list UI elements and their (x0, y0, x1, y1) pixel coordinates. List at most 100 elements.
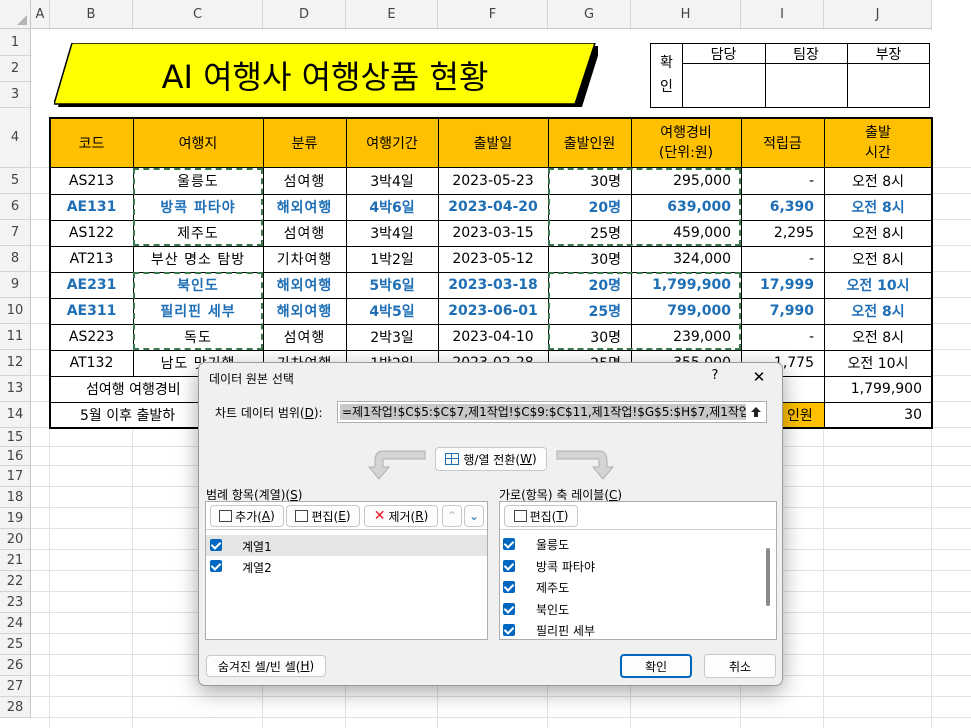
row-header-21[interactable]: 21 (0, 550, 31, 571)
header-time[interactable]: 출발 시간 (824, 118, 932, 168)
header-cost[interactable]: 여행경비 (단위:원) (631, 118, 741, 168)
summary-mid-14[interactable]: 인원 (782, 402, 824, 427)
cell-point[interactable]: 17,999 (741, 272, 824, 298)
row-header-18[interactable]: 18 (0, 487, 31, 508)
cell-code[interactable]: AS213 (50, 168, 133, 194)
remove-series-button[interactable]: ✕ 제거(R) (364, 505, 438, 527)
series-item-label[interactable]: 계열1 (242, 538, 272, 555)
row-header-14[interactable]: 14 (0, 402, 31, 428)
header-dest[interactable]: 여행지 (133, 118, 263, 168)
close-button[interactable]: ✕ (747, 366, 771, 388)
category-checkbox[interactable] (503, 538, 515, 550)
header-type[interactable]: 분류 (263, 118, 346, 168)
cell-period[interactable]: 3박4일 (346, 168, 438, 194)
cell-period[interactable]: 4박5일 (346, 298, 438, 324)
cell-time[interactable]: 오전 8시 (824, 220, 932, 246)
category-item-label[interactable]: 울릉도 (536, 536, 569, 553)
cell-time[interactable]: 오전 10시 (824, 350, 932, 376)
category-checkbox[interactable] (503, 624, 515, 636)
cell-point[interactable]: - (741, 246, 824, 272)
row-header-23[interactable]: 23 (0, 592, 31, 613)
series-item-label[interactable]: 계열2 (242, 559, 272, 576)
cell-date[interactable]: 2023-03-15 (438, 220, 548, 246)
category-item-label[interactable]: 필리핀 세부 (536, 622, 595, 639)
cell-time[interactable]: 오전 8시 (824, 194, 932, 220)
category-item-label[interactable]: 북인도 (536, 601, 569, 618)
cancel-button[interactable]: 취소 (704, 654, 776, 678)
ok-button[interactable]: 확인 (620, 654, 692, 678)
cell-code[interactable]: AS223 (50, 324, 133, 350)
cell-time[interactable]: 오전 8시 (824, 324, 932, 350)
column-header-c[interactable]: C (133, 0, 263, 29)
row-header-16[interactable]: 16 (0, 447, 31, 466)
header-code[interactable]: 코드 (50, 118, 133, 168)
cell-code[interactable]: AS122 (50, 220, 133, 246)
row-header-15[interactable]: 15 (0, 428, 31, 447)
cell-point[interactable]: 7,990 (741, 298, 824, 324)
summary-value-14[interactable]: 30 (824, 402, 932, 428)
category-checkbox[interactable] (503, 602, 515, 615)
cell-date[interactable]: 2023-06-01 (438, 298, 548, 324)
cell-period[interactable]: 1박2일 (346, 246, 438, 272)
cell-type[interactable]: 기차여행 (263, 246, 346, 272)
column-header-a[interactable]: A (31, 0, 50, 29)
row-header-5[interactable]: 5 (0, 168, 31, 194)
edit-axis-labels-button[interactable]: 편집(T) (504, 505, 578, 527)
row-header-25[interactable]: 25 (0, 634, 31, 655)
row-header-17[interactable]: 17 (0, 466, 31, 487)
cell-date[interactable]: 2023-03-18 (438, 272, 548, 298)
row-header-6[interactable]: 6 (0, 194, 31, 220)
cell-type[interactable]: 해외여행 (263, 272, 346, 298)
cell-date[interactable]: 2023-04-20 (438, 194, 548, 220)
column-header-b[interactable]: B (50, 0, 133, 29)
row-header-12[interactable]: 12 (0, 350, 31, 376)
cell-code[interactable]: AE131 (50, 194, 133, 220)
row-header-11[interactable]: 11 (0, 324, 31, 350)
collapse-dialog-icon[interactable] (750, 406, 762, 418)
category-checkbox[interactable] (503, 559, 515, 572)
edit-series-button[interactable]: 편집(E) (286, 505, 360, 527)
cell-time[interactable]: 오전 8시 (824, 298, 932, 324)
column-header-i[interactable]: I (741, 0, 824, 29)
column-header-g[interactable]: G (548, 0, 631, 29)
row-header-3[interactable]: 3 (0, 82, 31, 108)
row-header-19[interactable]: 19 (0, 508, 31, 529)
header-period[interactable]: 여행기간 (346, 118, 438, 168)
header-people[interactable]: 출발인원 (548, 118, 631, 168)
cell-time[interactable]: 오전 8시 (824, 246, 932, 272)
cell-type[interactable]: 해외여행 (263, 298, 346, 324)
cell-type[interactable]: 섬여행 (263, 168, 346, 194)
header-point[interactable]: 적립금 (741, 118, 824, 168)
row-header-2[interactable]: 2 (0, 56, 31, 82)
switch-row-column-button[interactable]: 행/열 전환(W) (435, 447, 547, 471)
hidden-empty-cells-button[interactable]: 숨겨진 셀/빈 셀(H) (206, 655, 326, 677)
cell-people[interactable]: 30명 (548, 246, 631, 272)
move-up-button[interactable]: ⌃ (442, 505, 462, 527)
row-header-9[interactable]: 9 (0, 272, 31, 298)
cell-time[interactable]: 오전 10시 (824, 272, 932, 298)
cell-code[interactable]: AE231 (50, 272, 133, 298)
row-header-26[interactable]: 26 (0, 655, 31, 676)
cell-point[interactable]: - (741, 168, 824, 194)
add-series-button[interactable]: 추가(A) (210, 505, 284, 527)
row-header-13[interactable]: 13 (0, 376, 31, 402)
cell-cost[interactable]: 324,000 (631, 246, 741, 272)
column-header-e[interactable]: E (346, 0, 438, 29)
cell-period[interactable]: 3박4일 (346, 220, 438, 246)
scrollbar-thumb[interactable] (766, 548, 770, 606)
summary-value-13[interactable]: 1,799,900 (824, 376, 932, 402)
cell-code[interactable]: AE311 (50, 298, 133, 324)
cell-code[interactable]: AT213 (50, 246, 133, 272)
row-header-10[interactable]: 10 (0, 298, 31, 324)
column-header-f[interactable]: F (438, 0, 548, 29)
category-item-label[interactable]: 방콕 파타야 (536, 558, 595, 575)
cell-time[interactable]: 오전 8시 (824, 168, 932, 194)
column-header-j[interactable]: J (824, 0, 932, 29)
row-header-1[interactable]: 1 (0, 29, 31, 56)
summary-label-13[interactable]: 섬여행 여행경비 (60, 376, 220, 402)
select-all-corner[interactable] (0, 0, 31, 29)
series-checkbox[interactable] (210, 539, 222, 551)
cell-point[interactable]: 2,295 (741, 220, 824, 246)
cell-date[interactable]: 2023-05-23 (438, 168, 548, 194)
chart-range-input[interactable]: =제1작업!$C$5:$C$7,제1작업!$C$9:$C$11,제1작업!$G$… (337, 401, 767, 423)
